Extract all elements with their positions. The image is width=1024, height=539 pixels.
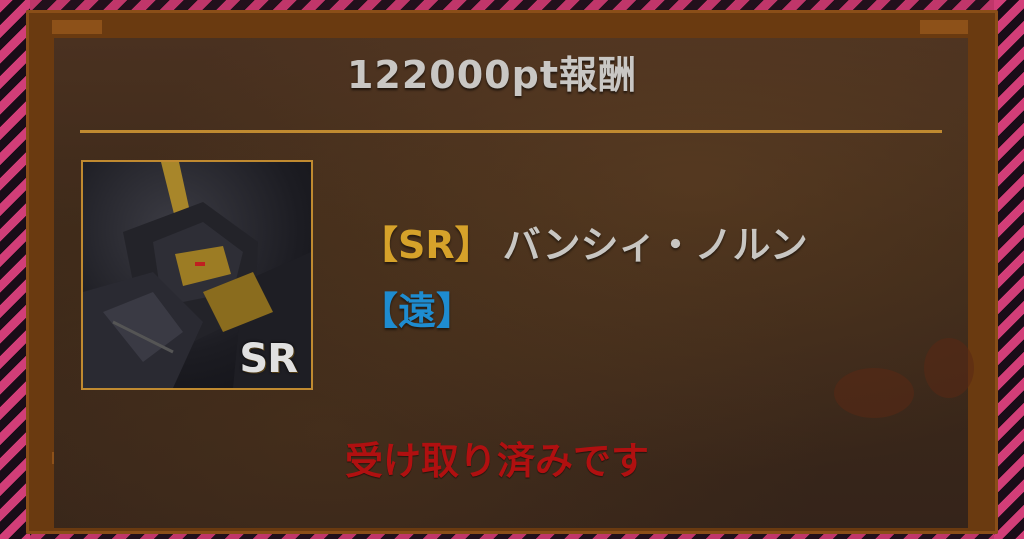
rarity-badge: SR (239, 336, 298, 382)
frame-tab-top-left (52, 20, 102, 34)
range-tag: 【遠】 (360, 289, 475, 333)
panel-stain (924, 338, 974, 398)
unit-thumbnail[interactable]: SR (81, 160, 313, 390)
panel-stain (834, 368, 914, 418)
rarity-tag: 【SR】 (360, 223, 493, 267)
reward-screen: 122000pt報酬 SR 【SR】 バンシィ・ノルン 【遠】 受け取り済みです (0, 0, 1024, 539)
title-divider (80, 130, 942, 133)
claimed-status: 受け取り済みです (344, 439, 649, 483)
reward-title: 122000pt報酬 (346, 53, 637, 97)
unit-name-row: 【SR】 バンシィ・ノルン (360, 214, 808, 269)
frame-tab-top-right (920, 20, 968, 34)
unit-name: バンシィ・ノルン (502, 223, 808, 267)
